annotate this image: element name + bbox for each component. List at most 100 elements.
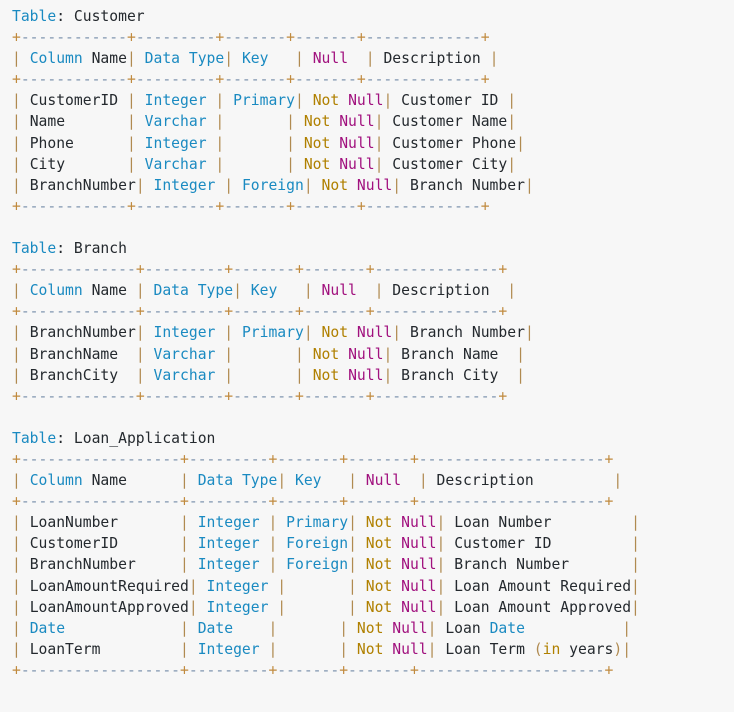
table-corner-glyph: + [339, 493, 349, 511]
table-divider-glyph: | [295, 92, 304, 110]
table-corner-glyph: + [604, 493, 614, 511]
table-corner-glyph: + [224, 303, 234, 321]
table-cell: Customer ID [454, 535, 552, 553]
table-corner-glyph: + [224, 387, 234, 405]
table-divider-glyph: | [135, 324, 145, 342]
table-cell: Primary [286, 514, 349, 532]
table-cell: Branch Number [409, 324, 525, 342]
table-corner-glyph: + [365, 261, 375, 279]
table-divider-glyph: | [126, 113, 136, 131]
table-title: Table: Loan_Application [12, 428, 734, 449]
table-cell: City [29, 155, 66, 173]
table-divider-glyph: | [436, 598, 446, 616]
table-name: Branch [73, 240, 127, 258]
table-rule-glyph: ------- [277, 661, 340, 679]
table-rule-glyph: ------- [233, 387, 295, 405]
table-cell: Not Null [365, 598, 437, 616]
table-top-border: +------------------+---------+-------+--… [12, 449, 734, 470]
table-divider-glyph: | [188, 577, 198, 595]
table-divider-glyph: | [383, 92, 393, 110]
table-divider-glyph: | [224, 345, 234, 363]
table-corner-glyph: + [12, 261, 21, 279]
table-divider-glyph: | [180, 514, 189, 532]
table-rule-glyph: --------------------- [418, 661, 605, 679]
table-divider-glyph: | [286, 134, 295, 152]
table-divider-glyph: | [516, 345, 525, 363]
table-rule-glyph: --------- [135, 29, 216, 47]
table-rule-glyph: ------- [233, 261, 295, 279]
table-divider-glyph: | [507, 113, 517, 131]
table-cell: Branch Name [401, 345, 499, 363]
table-divider-glyph: | [303, 324, 313, 342]
table-rule-glyph: --------- [144, 261, 225, 279]
table-cell [224, 135, 286, 152]
table-corner-glyph: + [409, 493, 419, 511]
table-cell: Integer [153, 176, 216, 194]
table-divider-glyph: | [524, 324, 534, 342]
table-cell: Date [29, 619, 66, 637]
table-title: Table: Customer [12, 6, 734, 27]
table-rule-glyph: ------- [303, 261, 366, 279]
table-corner-glyph: + [365, 387, 375, 405]
table-cell: Primary [241, 324, 304, 342]
table-divider-glyph: | [268, 619, 278, 637]
table-divider-glyph: | [12, 640, 21, 658]
table-cell: Varchar [144, 155, 207, 173]
table-rule-glyph: ------------- [20, 387, 136, 405]
table-divider-glyph: | [631, 514, 640, 532]
table-gap [12, 407, 734, 428]
table-corner-glyph: + [498, 303, 508, 321]
table-row: | BranchNumber| Integer | Foreign| Not N… [12, 175, 734, 196]
table-label: Table: [12, 8, 66, 25]
table-cell: Not Null [321, 176, 393, 194]
table-corner-glyph: + [409, 450, 419, 468]
table-divider-glyph: | [215, 92, 225, 110]
table-cell: BranchCity [29, 366, 119, 384]
table-rule-glyph: --------- [188, 661, 269, 679]
table-rule-glyph: ------- [348, 493, 410, 511]
table-divider-glyph: | [613, 472, 623, 490]
table-row: | Phone | Integer | | Not Null | Customer… [12, 133, 734, 154]
table-divider-glyph: | [268, 556, 278, 574]
table-cell: Not Null [356, 619, 428, 637]
table-corner-glyph: + [498, 261, 508, 279]
table-cell: Integer [197, 556, 260, 574]
table-corner-glyph: + [268, 661, 278, 679]
table-gap [12, 217, 734, 238]
table-divider-glyph: | [427, 640, 437, 658]
table-cell: BranchNumber [29, 556, 136, 574]
table-rule-glyph: ------------------ [20, 493, 181, 511]
table-cell: Customer ID [401, 92, 499, 110]
title-spacer [65, 8, 74, 25]
table-rule-glyph: ------- [303, 387, 366, 405]
table-header-separator: +------------+---------+-------+-------+… [12, 69, 734, 90]
table-rule-glyph: ------- [295, 197, 357, 215]
table-divider-glyph: | [348, 514, 357, 532]
header-cell: Column Name [29, 50, 127, 68]
table-divider-glyph: | [12, 155, 21, 173]
table-divider-glyph: | [12, 598, 21, 616]
table-divider-glyph: | [392, 176, 402, 194]
table-rule-glyph: ------- [295, 29, 357, 47]
table-cell: Varchar [144, 113, 207, 131]
table-corner-glyph: + [215, 71, 225, 89]
table-divider-glyph: | [12, 134, 21, 152]
title-spacer [65, 430, 74, 447]
table-block: Table: Branch +-------------+---------+--… [12, 238, 734, 407]
table-top-border: +-------------+---------+-------+-------… [12, 259, 734, 280]
table-divider-glyph: | [135, 282, 145, 300]
table-rule-glyph: --------------------- [418, 493, 605, 511]
table-header-row: | Column Name| Data Type| Key | Null | D… [12, 48, 734, 69]
table-corner-glyph: + [12, 197, 21, 215]
table-cell: Phone [29, 134, 74, 152]
table-corner-glyph: + [356, 71, 366, 89]
table-cell: Not Null [312, 92, 384, 110]
table-divider-glyph: | [180, 640, 189, 658]
table-corner-glyph: + [295, 303, 304, 321]
table-divider-glyph: | [12, 556, 21, 574]
table-corner-glyph: + [356, 197, 366, 215]
table-corner-glyph: + [339, 661, 349, 679]
title-spacer [65, 240, 74, 257]
table-divider-glyph: | [12, 282, 21, 300]
table-cell: Customer City [392, 155, 508, 173]
